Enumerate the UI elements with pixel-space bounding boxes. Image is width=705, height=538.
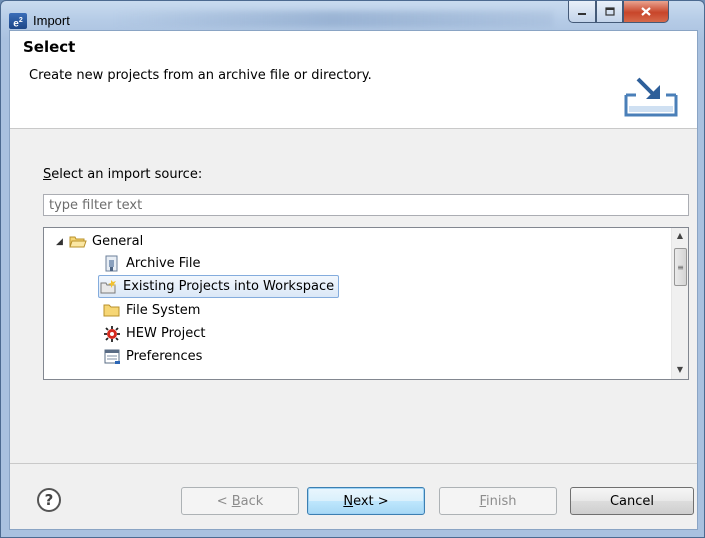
import-source-tree[interactable]: ◢ General Archive File Existing Projects… xyxy=(43,227,689,380)
tree-item-archive-file[interactable]: Archive File xyxy=(102,252,201,275)
minimize-button[interactable] xyxy=(568,1,596,23)
wizard-header: Select Create new projects from an archi… xyxy=(10,31,697,129)
tree-item-label: Preferences xyxy=(126,349,203,364)
minimize-icon xyxy=(578,12,586,15)
folder-open-icon xyxy=(68,233,88,251)
tree-item-label: HEW Project xyxy=(126,326,206,341)
blurred-background-title xyxy=(113,11,553,27)
footer-divider xyxy=(10,463,697,464)
close-icon xyxy=(641,7,651,16)
tree-item-preferences[interactable]: Preferences xyxy=(102,345,202,368)
close-button[interactable] xyxy=(623,1,669,23)
back-button[interactable]: < Back xyxy=(181,487,299,515)
finish-button[interactable]: Finish xyxy=(439,487,557,515)
scroll-thumb[interactable]: ≡ xyxy=(674,248,687,286)
maximize-button[interactable] xyxy=(596,1,623,23)
archive-file-icon xyxy=(102,255,122,273)
tree-scrollbar[interactable]: ▲ ≡ ▼ xyxy=(671,228,688,379)
next-button[interactable]: Next > xyxy=(307,487,425,515)
help-button[interactable]: ? xyxy=(37,488,61,512)
import-wizard-icon xyxy=(624,77,678,117)
import-source-label: Select an import source: xyxy=(43,167,203,182)
tree-node-general[interactable]: ◢ General xyxy=(56,230,143,253)
filter-input[interactable] xyxy=(43,194,689,216)
tree-item-label: Existing Projects into Workspace xyxy=(123,279,335,294)
tree-item-existing-projects[interactable]: Existing Projects into Workspace xyxy=(98,275,340,298)
window-title: Import xyxy=(33,13,70,28)
tree-node-label: General xyxy=(92,234,144,249)
cancel-button[interactable]: Cancel xyxy=(570,487,694,515)
existing-projects-icon xyxy=(99,278,119,296)
scroll-down-icon[interactable]: ▼ xyxy=(672,362,688,378)
dialog-client-area: Select Create new projects from an archi… xyxy=(9,30,698,530)
tree-item-file-system[interactable]: File System xyxy=(102,299,200,322)
page-title: Select xyxy=(23,38,76,56)
help-icon: ? xyxy=(44,491,54,509)
hew-project-icon xyxy=(102,325,122,343)
tree-item-label: Archive File xyxy=(126,256,201,271)
folder-icon xyxy=(102,302,122,320)
scroll-up-icon[interactable]: ▲ xyxy=(672,228,688,244)
page-description: Create new projects from an archive file… xyxy=(29,68,372,83)
eclipse-app-icon: e2 xyxy=(9,13,27,29)
expand-triangle-icon[interactable]: ◢ xyxy=(56,237,68,247)
tree-item-label: File System xyxy=(126,303,201,318)
maximize-icon xyxy=(604,7,615,16)
import-dialog-window: e2 Import Select Create new projects fro… xyxy=(0,0,705,538)
tree-item-hew-project[interactable]: HEW Project xyxy=(102,322,205,345)
preferences-icon xyxy=(102,348,122,366)
